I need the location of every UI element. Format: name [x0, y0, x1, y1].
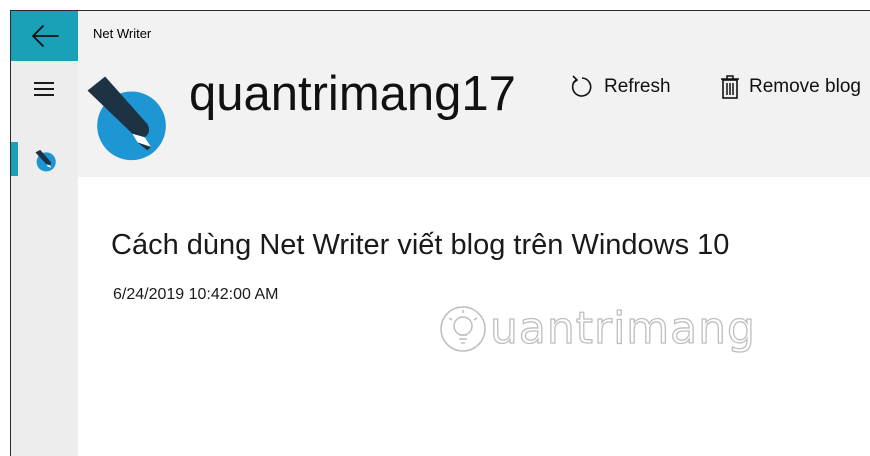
window-border-top: [10, 10, 870, 11]
watermark: uantrimang: [438, 302, 756, 355]
refresh-button[interactable]: Refresh: [569, 74, 671, 100]
refresh-icon: [569, 74, 595, 100]
blog-logo: [87, 76, 166, 161]
remove-blog-label: Remove blog: [749, 76, 861, 97]
app-title: Net Writer: [93, 26, 152, 41]
refresh-label: Refresh: [604, 76, 671, 97]
blog-name: quantrimang17: [189, 67, 516, 121]
nav-item-blog[interactable]: [11, 142, 78, 176]
lightbulb-icon: [440, 305, 486, 352]
watermark-text: uantrimang: [489, 302, 756, 354]
post-title[interactable]: Cách dùng Net Writer viết blog trên Wind…: [111, 229, 729, 262]
post-date: 6/24/2019 10:42:00 AM: [113, 286, 279, 303]
trash-icon: [720, 74, 740, 100]
back-button[interactable]: [11, 11, 78, 61]
nav-pane: [11, 61, 78, 456]
blog-pen-icon: [35, 149, 56, 172]
hamburger-button[interactable]: [34, 82, 54, 96]
selection-indicator: [11, 142, 18, 176]
remove-blog-button[interactable]: Remove blog: [720, 74, 861, 100]
app-window: Net Writer quantrimang17 Refresh Remove …: [0, 0, 870, 456]
back-arrow-icon: [31, 25, 59, 47]
hamburger-icon: [34, 82, 54, 84]
window-border-left: [10, 10, 11, 456]
